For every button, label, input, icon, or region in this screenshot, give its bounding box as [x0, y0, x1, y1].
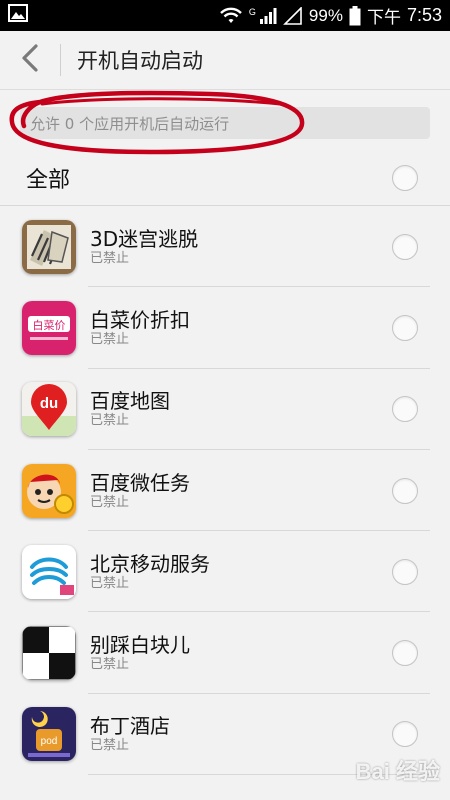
app-name: 百度微任务 — [90, 470, 190, 495]
app-status: 已禁止 — [90, 331, 130, 347]
battery-percent: 99% — [308, 5, 343, 25]
app-status: 已禁止 — [90, 575, 130, 591]
wifi-icon — [219, 7, 243, 25]
icon-text: du — [40, 395, 58, 412]
baidu-watermark: Bai 经验 — [355, 759, 440, 784]
app-radio[interactable] — [392, 558, 418, 585]
app-name: 百度地图 — [90, 389, 170, 414]
list-item[interactable]: 百度微任务 已禁止 — [0, 450, 450, 532]
app-radio[interactable] — [392, 477, 418, 504]
china-mobile-icon — [22, 544, 76, 599]
baidu-task-icon — [22, 463, 76, 518]
list-item[interactable]: 白菜价 白菜价折扣 已禁止 — [0, 287, 450, 369]
autostart-count-info: 允许 0 个应用开机后自动运行 — [20, 107, 430, 139]
title-separator — [60, 44, 61, 76]
app-status: 已禁止 — [90, 657, 130, 673]
gallery-notification-icon — [8, 4, 28, 27]
clock-time: 7:53 — [406, 5, 442, 25]
select-all-radio[interactable] — [392, 164, 418, 191]
app-name: 北京移动服务 — [90, 551, 210, 576]
baidu-map-icon: du — [22, 382, 76, 437]
maze-icon — [22, 219, 76, 274]
app-radio[interactable] — [392, 314, 418, 341]
list-item[interactable]: 别踩白块儿 已禁止 — [0, 612, 450, 695]
app-name: 白菜价折扣 — [90, 307, 190, 332]
clock-ampm: 下午 — [366, 8, 401, 27]
app-list: 3D迷宫逃脱 已禁止 白菜价 白菜价折扣 已禁止 du 百度地图 已禁止 百度微… — [0, 206, 450, 776]
app-name: 布丁酒店 — [90, 714, 170, 739]
app-status: 已禁止 — [90, 738, 130, 754]
app-name: 3D迷宫逃脱 — [90, 226, 199, 251]
list-item[interactable]: 3D迷宫逃脱 已禁止 — [0, 206, 450, 288]
app-radio[interactable] — [392, 640, 418, 667]
signal-strength-icon — [259, 7, 277, 25]
select-all-row[interactable]: 全部 — [0, 150, 450, 205]
chevron-left-icon — [20, 44, 40, 76]
page-title: 开机自动启动 — [77, 49, 203, 73]
autostart-count-text: 允许 0 个应用开机后自动运行 — [30, 114, 230, 133]
title-bar: 开机自动启动 — [0, 31, 450, 89]
app-status: 已禁止 — [90, 494, 130, 510]
app-radio[interactable] — [392, 721, 418, 748]
piano-tiles-icon — [22, 626, 76, 681]
baicaijia-icon: 白菜价 — [22, 300, 76, 355]
app-radio[interactable] — [392, 233, 418, 260]
icon-text: 白菜价 — [33, 318, 66, 332]
app-radio[interactable] — [392, 396, 418, 423]
network-type-label: G — [248, 7, 256, 17]
app-status: 已禁止 — [90, 413, 130, 429]
app-name: 别踩白块儿 — [90, 633, 190, 658]
header-divider — [0, 89, 450, 90]
select-all-label: 全部 — [26, 167, 71, 193]
no-signal-icon — [282, 6, 303, 25]
app-status: 已禁止 — [90, 250, 130, 266]
list-item[interactable]: du 百度地图 已禁止 — [0, 369, 450, 451]
list-item[interactable]: 北京移动服务 已禁止 — [0, 531, 450, 613]
icon-text: pod — [41, 736, 58, 747]
pudding-hotel-icon: pod — [22, 707, 76, 762]
battery-icon — [349, 5, 361, 26]
back-button[interactable] — [0, 31, 60, 89]
status-bar: G 99% 下午 7:53 — [0, 0, 450, 31]
